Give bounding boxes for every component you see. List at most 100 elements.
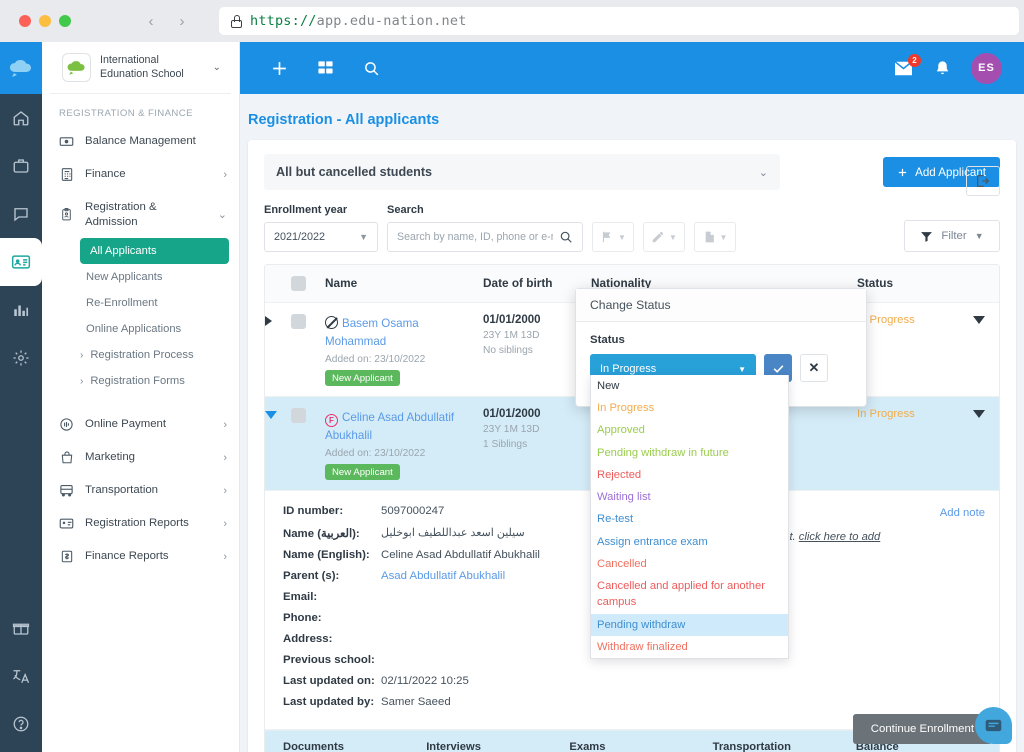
row-checkbox-cell[interactable] bbox=[291, 303, 325, 339]
minimize-window-button[interactable] bbox=[39, 15, 51, 27]
row-expand-toggle[interactable] bbox=[265, 303, 291, 336]
row-expand-toggle[interactable] bbox=[265, 397, 291, 429]
status-option[interactable]: Rejected bbox=[591, 464, 788, 486]
row-checkbox[interactable] bbox=[291, 314, 306, 329]
rail-bottom-group bbox=[0, 604, 42, 748]
row-status-cell[interactable]: In Progress bbox=[857, 303, 999, 336]
add-button[interactable] bbox=[256, 42, 302, 94]
row-status-cell[interactable]: In Progress bbox=[857, 397, 999, 430]
note-add-link[interactable]: click here to add bbox=[799, 531, 880, 543]
sidebar-item-new-applicants[interactable]: New Applicants bbox=[42, 264, 239, 290]
close-window-button[interactable] bbox=[19, 15, 31, 27]
sidebar-item-registration-process[interactable]: › Registration Process bbox=[42, 342, 239, 368]
row-dob: 01/01/2000 bbox=[483, 408, 541, 420]
rail-item-gift[interactable] bbox=[0, 604, 42, 652]
avatar[interactable]: ES bbox=[971, 52, 1002, 84]
parent-link[interactable]: Asad Abdullatif Abukhalil bbox=[381, 570, 505, 582]
status-option[interactable]: New bbox=[591, 375, 788, 397]
rail-item-settings[interactable] bbox=[0, 334, 42, 382]
status-option[interactable]: Cancelled and applied for another campus bbox=[591, 575, 788, 613]
rail-item-home[interactable] bbox=[0, 94, 42, 142]
sidebar-item-balance-management[interactable]: Balance Management bbox=[42, 125, 239, 158]
applicant-name-link[interactable]: Celine Asad Abdullatif Abukhalil bbox=[325, 411, 454, 442]
document-action-button[interactable]: ▼ bbox=[694, 222, 736, 252]
rail-item-language[interactable] bbox=[0, 652, 42, 700]
flag-action-button[interactable]: ▼ bbox=[592, 222, 634, 252]
stat-label: Exams bbox=[569, 741, 606, 752]
edit-action-button[interactable]: ▼ bbox=[643, 222, 685, 252]
sidebar-item-online-payment[interactable]: Online Payment › bbox=[42, 408, 239, 441]
chevron-down-icon: ▼ bbox=[669, 232, 677, 242]
sidebar-item-registration-forms[interactable]: › Registration Forms bbox=[42, 368, 239, 394]
scope-select[interactable]: All but cancelled students ⌄ bbox=[264, 154, 780, 190]
select-all-header[interactable] bbox=[291, 265, 325, 302]
sidebar-item-all-applicants[interactable]: All Applicants bbox=[80, 238, 229, 265]
status-options-list[interactable]: New In Progress Approved Pending withdra… bbox=[590, 375, 789, 660]
sidebar-item-online-applications[interactable]: Online Applications bbox=[42, 316, 239, 342]
status-option[interactable]: Re-test bbox=[591, 508, 788, 530]
rail-item-briefcase[interactable] bbox=[0, 142, 42, 190]
column-header-name[interactable]: Name bbox=[325, 265, 483, 301]
detail-value: 02/11/2022 10:25 bbox=[381, 675, 469, 687]
address-bar[interactable]: https://app.edu-nation.net bbox=[219, 7, 1019, 35]
filter-button[interactable]: Filter ▼ bbox=[904, 220, 1000, 252]
school-selector[interactable]: International Edunation School ⌄ bbox=[50, 42, 231, 94]
card-header: All but cancelled students ⌄ Add Applica… bbox=[248, 140, 1016, 204]
chevron-down-icon: ▼ bbox=[738, 364, 746, 374]
search-icon[interactable] bbox=[348, 42, 394, 94]
chevron-right-icon: › bbox=[223, 484, 227, 497]
stat-interviews: Interviews 0 bbox=[426, 741, 569, 752]
sidebar-item-transportation[interactable]: Transportation › bbox=[42, 474, 239, 507]
sidebar-item-marketing[interactable]: Marketing › bbox=[42, 441, 239, 474]
status-option[interactable]: Withdraw finalized bbox=[591, 636, 788, 658]
row-name-cell: Basem Osama Mohammad Added on: 23/10/202… bbox=[325, 303, 483, 396]
sidebar-item-re-enrollment[interactable]: Re-Enrollment bbox=[42, 290, 239, 316]
forward-button[interactable]: › bbox=[168, 9, 196, 34]
triangle-down-icon bbox=[265, 411, 277, 419]
status-dropdown-icon[interactable] bbox=[973, 316, 985, 324]
select-all-checkbox[interactable] bbox=[291, 276, 306, 291]
status-option[interactable]: Pending withdraw bbox=[591, 613, 788, 636]
column-header-status[interactable]: Status bbox=[857, 265, 999, 301]
search-field-wrap[interactable] bbox=[387, 222, 583, 252]
chat-bubble-icon[interactable] bbox=[975, 707, 1012, 744]
row-checkbox[interactable] bbox=[291, 408, 306, 423]
stat-label: Transportation bbox=[712, 741, 791, 752]
cloud-logo-icon[interactable] bbox=[0, 42, 42, 94]
back-button[interactable]: ‹ bbox=[137, 9, 165, 34]
stat-label: Documents bbox=[283, 741, 344, 752]
rail-item-chat[interactable] bbox=[0, 190, 42, 238]
row-checkbox-cell[interactable] bbox=[291, 397, 325, 433]
status-option[interactable]: Approved bbox=[591, 419, 788, 441]
status-dropdown-icon[interactable] bbox=[973, 410, 985, 418]
rail-item-help[interactable] bbox=[0, 700, 42, 748]
bell-icon[interactable] bbox=[934, 59, 951, 78]
grid-icon[interactable] bbox=[302, 42, 348, 94]
mail-button[interactable]: 2 bbox=[893, 53, 921, 77]
maximize-window-button[interactable] bbox=[59, 15, 71, 27]
status-option[interactable]: Assign entrance exam bbox=[591, 531, 788, 553]
search-input[interactable] bbox=[397, 231, 553, 243]
sidebar-item-finance-reports[interactable]: Finance Reports › bbox=[42, 540, 239, 573]
sidebar-item-registration-reports[interactable]: Registration Reports › bbox=[42, 507, 239, 540]
row-age: 23Y 1M 13D bbox=[483, 424, 540, 435]
sidebar-item-finance[interactable]: Finance › bbox=[42, 158, 239, 191]
continue-enrollment-button[interactable]: Continue Enrollment bbox=[852, 714, 992, 744]
rail-item-reports[interactable] bbox=[0, 286, 42, 334]
search-icon[interactable] bbox=[559, 230, 573, 244]
status-option[interactable]: In Progress bbox=[591, 397, 788, 419]
detail-label: Name (العربية): bbox=[283, 528, 360, 540]
status-option[interactable]: Pending withdraw in future bbox=[591, 442, 788, 464]
sidebar-item-registration-admission[interactable]: Registration & Admission ⌄ bbox=[42, 191, 239, 238]
add-note-link[interactable]: Add note bbox=[940, 507, 985, 519]
browser-nav-buttons: ‹ › bbox=[137, 9, 196, 34]
enrollment-year-select[interactable]: 2021/2022 ▼ bbox=[264, 222, 378, 252]
topbar-right-group: 2 ES bbox=[893, 52, 1008, 84]
applicant-name-link[interactable]: Basem Osama Mohammad bbox=[325, 317, 419, 348]
export-button[interactable] bbox=[966, 166, 1000, 196]
rail-item-registration[interactable] bbox=[0, 238, 42, 286]
status-option[interactable]: Waiting list bbox=[591, 486, 788, 508]
cancel-status-button[interactable]: ✕ bbox=[800, 354, 828, 382]
detail-value: سيلين اسعد عبداللطيف ابوخليل bbox=[381, 527, 525, 539]
status-option[interactable]: Cancelled bbox=[591, 553, 788, 575]
